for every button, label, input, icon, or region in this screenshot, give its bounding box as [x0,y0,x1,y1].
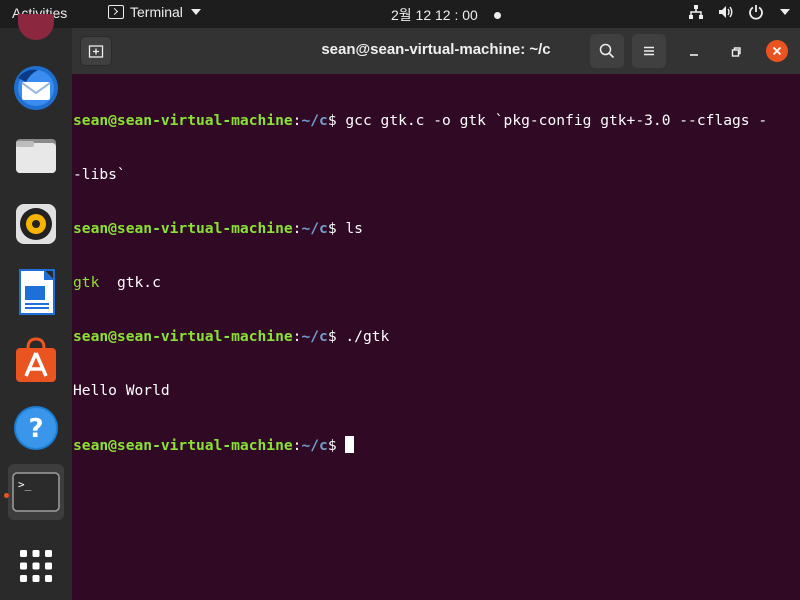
power-icon [749,5,763,20]
dock-item-software[interactable] [8,332,64,388]
restore-icon [731,47,741,57]
prompt-path: ~/c [301,328,328,345]
dock-item-thunderbird[interactable] [8,60,64,116]
close-button[interactable] [766,40,788,62]
command-text: ./gtk [345,328,390,345]
menu-button[interactable] [632,34,666,68]
clock[interactable]: 2월 12 12 : 00 [391,5,501,25]
app-menu[interactable]: Terminal [108,4,201,20]
dock-item-help[interactable]: ? [8,400,64,456]
dock-item-files[interactable] [8,128,64,184]
terminal-line: sean@sean-virtual-machine:~/c$ gcc gtk.c… [73,112,793,130]
prompt-path: ~/c [301,220,328,237]
prompt-symbol: $ [327,112,346,129]
terminal-line: gtk gtk.c [73,274,793,292]
running-indicator-icon [4,493,9,498]
system-tray[interactable] [688,4,790,20]
volume-icon [719,6,733,18]
caret-down-icon [190,9,201,15]
text-cursor [345,436,355,453]
app-menu-label: Terminal [130,4,183,20]
clock-label: 2월 12 12 : 00 [391,7,478,23]
prompt-user-host: sean@sean-virtual-machine [73,112,293,129]
help-icon: ? [14,406,58,450]
close-icon [772,46,782,56]
prompt-symbol: $ [327,328,346,345]
prompt-user-host: sean@sean-virtual-machine [73,328,293,345]
search-button[interactable] [590,34,624,68]
libreoffice-writer-icon [19,269,55,315]
scrollbar[interactable] [794,74,800,600]
command-text: gcc gtk.c -o gtk `pkg-config gtk+-3.0 --… [345,112,768,129]
dock-item-rhythmbox[interactable] [8,196,64,252]
svg-text:?: ? [28,414,43,444]
caret-down-icon [780,9,790,15]
dock-item-writer[interactable] [8,264,64,320]
hamburger-menu-icon [644,46,654,56]
prompt-user-host: sean@sean-virtual-machine [73,437,293,454]
rhythmbox-icon [16,204,56,244]
prompt-symbol: $ [327,437,346,454]
show-apps-icon [20,550,52,582]
output-executable: gtk [73,274,100,291]
terminal-line: sean@sean-virtual-machine:~/c$ [73,436,793,454]
minimize-icon [690,54,698,56]
search-icon [599,43,615,59]
terminal-line: -libs` [73,166,793,184]
dock-item-show-apps[interactable] [8,538,64,594]
terminal-icon: >_ [12,472,60,512]
command-text: ls [345,220,363,237]
svg-text:>_: >_ [18,478,32,491]
minimize-button[interactable] [684,42,704,62]
window-titlebar[interactable]: sean@sean-virtual-machine: ~/c [72,28,800,74]
files-icon [16,139,56,173]
prompt-user-host: sean@sean-virtual-machine [73,220,293,237]
notification-dot-icon [493,11,501,19]
top-bar: Activities Terminal 2월 12 12 : 00 [0,0,800,28]
maximize-button[interactable] [726,42,746,62]
prompt-path: ~/c [301,112,328,129]
command-text-wrapped: -libs` [73,166,126,183]
terminal-line: sean@sean-virtual-machine:~/c$ ./gtk [73,328,793,346]
terminal-window: sean@sean-virtual-machine: ~/c sean@sean… [72,28,800,600]
dock: ? >_ [0,14,72,600]
output-file: gtk.c [116,274,161,291]
program-output: Hello World [73,382,170,399]
thunderbird-icon [14,66,58,110]
software-icon [16,337,56,382]
terminal-output[interactable]: sean@sean-virtual-machine:~/c$ gcc gtk.c… [73,76,793,490]
network-icon [689,5,703,19]
prompt-path: ~/c [301,437,328,454]
partial-dock-app-icon[interactable] [18,14,54,40]
terminal-line: Hello World [73,382,793,400]
prompt-symbol: $ [327,220,346,237]
output-separator [99,274,117,291]
terminal-small-icon [108,5,124,19]
terminal-line: sean@sean-virtual-machine:~/c$ ls [73,220,793,238]
dock-item-terminal[interactable]: >_ [8,464,64,520]
